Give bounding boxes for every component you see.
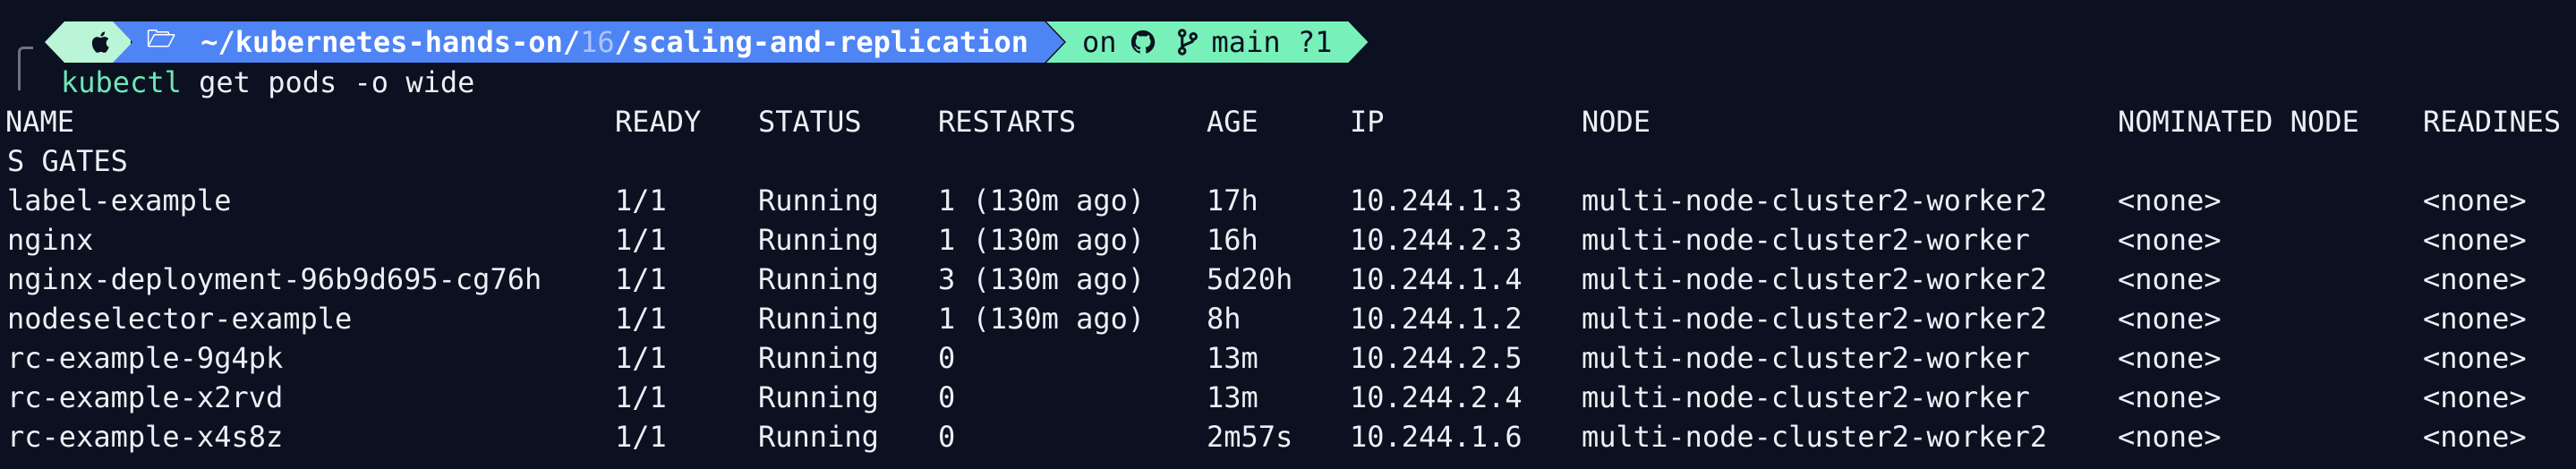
table-header-wrap-row: S GATES [0,141,128,181]
cell-ip: 10.244.2.5 [1350,341,1523,375]
github-icon [1130,29,1156,55]
cell-age: 13m [1207,380,1258,414]
cell-ip: 10.244.1.4 [1350,262,1523,296]
column-header-status: STATUS [758,105,862,139]
column-header-restarts: RESTARTS [938,105,1077,139]
column-header-node: NODE [1582,105,1651,139]
cell-nominated-node: <none> [2118,183,2222,217]
cell-status: Running [758,420,879,454]
cell-age: 16h [1207,223,1258,257]
cell-status: Running [758,341,879,375]
cell-ip: 10.244.1.6 [1350,420,1523,454]
cell-readiness-gates: <none> [2423,223,2527,257]
cell-restarts: 1 (130m ago) [938,223,1146,257]
cell-node: multi-node-cluster2-worker [1582,341,2030,375]
cell-status: Running [758,183,879,217]
cell-ready: 1/1 [615,420,667,454]
cell-readiness-gates: <none> [2423,380,2527,414]
cell-status: Running [758,223,879,257]
prompt-git-segment: on main ?1 [1046,21,1368,63]
cell-pod-name: rc-example-x4s8z [7,420,284,454]
cell-age: 8h [1207,302,1241,336]
git-on-label: on [1082,25,1117,59]
path-prefix: ~/kubernetes-hands-on/ [200,25,581,59]
cell-restarts: 1 (130m ago) [938,302,1146,336]
cell-ip: 10.244.2.3 [1350,223,1523,257]
shell-prompt: 🗁 ~/kubernetes-hands-on/16/scaling-and-r… [21,21,1368,63]
command-line: kubectl get pods -o wide [61,64,474,100]
header-wrap-text: S GATES [7,144,128,178]
cell-ip: 10.244.2.4 [1350,380,1523,414]
cell-restarts: 1 (130m ago) [938,183,1146,217]
cell-age: 5d20h [1207,262,1293,296]
prompt-path-segment: 🗁 ~/kubernetes-hands-on/16/scaling-and-r… [113,21,1064,63]
cell-restarts: 3 (130m ago) [938,262,1146,296]
cell-age: 13m [1207,341,1258,375]
cell-ready: 1/1 [615,302,667,336]
cell-readiness-gates: <none> [2423,262,2527,296]
cell-ip: 10.244.1.2 [1350,302,1523,336]
cell-restarts: 0 [938,420,956,454]
table-header-row: NAME READY STATUS RESTARTS AGE IP NODE N… [0,102,2561,141]
cell-ready: 1/1 [615,223,667,257]
cell-pod-name: nginx [7,223,94,257]
path-dim-part: 16 [580,25,615,59]
cell-node: multi-node-cluster2-worker2 [1582,420,2048,454]
cell-ip: 10.244.1.3 [1350,183,1523,217]
cell-readiness-gates: <none> [2423,341,2527,375]
cell-node: multi-node-cluster2-worker2 [1582,262,2048,296]
cell-pod-name: rc-example-9g4pk [7,341,284,375]
cell-pod-name: nodeselector-example [7,302,353,336]
cell-pod-name: nginx-deployment-96b9d695-cg76h [7,262,542,296]
cell-nominated-node: <none> [2118,223,2222,257]
cell-age: 2m57s [1207,420,1293,454]
cell-status: Running [758,380,879,414]
cell-ready: 1/1 [615,380,667,414]
column-header-ready: READY [615,105,702,139]
cell-age: 17h [1207,183,1258,217]
cell-ready: 1/1 [615,262,667,296]
column-header-ip: IP [1350,105,1385,139]
cell-node: multi-node-cluster2-worker [1582,223,2030,257]
cell-status: Running [758,302,879,336]
cell-node: multi-node-cluster2-worker [1582,380,2030,414]
folder-icon: 🗁 [147,26,176,53]
cell-readiness-gates: <none> [2423,183,2527,217]
cell-nominated-node: <none> [2118,262,2222,296]
command-name: kubectl [61,65,182,99]
git-branch-icon [1176,29,1199,55]
command-args: get pods -o wide [181,65,475,99]
cell-readiness-gates: <none> [2423,302,2527,336]
cell-restarts: 0 [938,380,956,414]
prompt-os-segment [45,21,131,63]
cell-status: Running [758,262,879,296]
column-header-nominated-node: NOMINATED NODE [2118,105,2359,139]
column-header-name: NAME [5,105,75,139]
path-suffix: /scaling-and-replication [614,25,1028,59]
cell-node: multi-node-cluster2-worker2 [1582,183,2048,217]
cell-readiness-gates: <none> [2423,420,2527,454]
cell-nominated-node: <none> [2118,380,2222,414]
cell-restarts: 0 [938,341,956,375]
cell-nominated-node: <none> [2118,420,2222,454]
cell-pod-name: label-example [7,183,232,217]
git-branch-status: main ?1 [1211,25,1333,59]
apple-icon [90,29,115,55]
column-header-age: AGE [1207,105,1258,139]
cell-ready: 1/1 [615,341,667,375]
cell-nominated-node: <none> [2118,302,2222,336]
cell-node: multi-node-cluster2-worker2 [1582,302,2048,336]
column-header-readiness-gates: READINES [2423,105,2562,139]
cell-nominated-node: <none> [2118,341,2222,375]
cell-pod-name: rc-example-x2rvd [7,380,284,414]
cell-ready: 1/1 [615,183,667,217]
